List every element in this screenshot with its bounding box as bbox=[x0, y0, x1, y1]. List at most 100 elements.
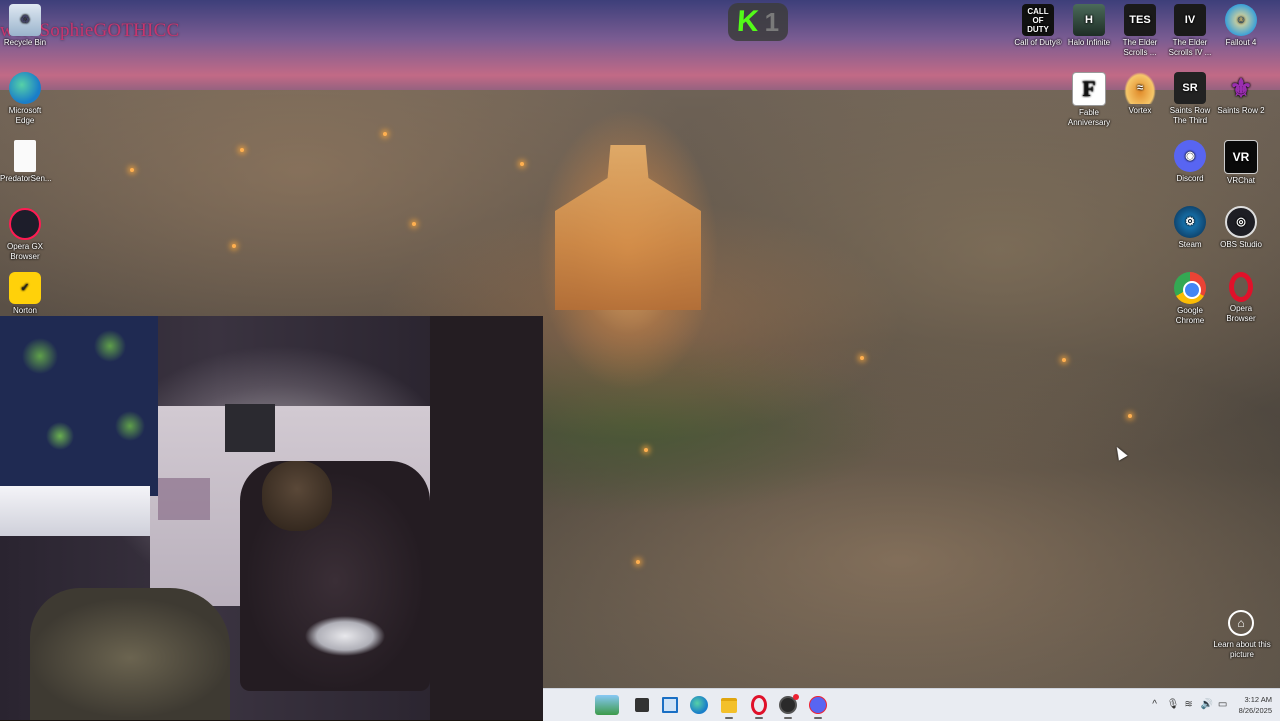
desktop-icon-label: Saints Row 2 bbox=[1217, 106, 1265, 115]
elder-scrolls-icon: TES bbox=[1124, 4, 1156, 36]
viewer-count: 1 bbox=[764, 7, 780, 37]
widgets-button[interactable] bbox=[595, 695, 619, 715]
desktop-icon-label: Fable Anniversary bbox=[1067, 108, 1111, 127]
desktop-icon-label: Norton bbox=[12, 306, 37, 315]
desktop-icon-elder-scrolls[interactable]: TES The Elder Scrolls ... bbox=[1115, 4, 1165, 58]
desktop-icon-edge[interactable]: Microsoft Edge bbox=[0, 72, 50, 126]
elder-scrolls-iv-icon: IV bbox=[1174, 4, 1206, 36]
fable-icon: F bbox=[1072, 72, 1106, 106]
webcam-socks bbox=[300, 611, 390, 661]
opera-gx-icon bbox=[9, 208, 41, 240]
obs-icon: ◎ bbox=[1225, 206, 1257, 238]
opera-icon bbox=[751, 695, 767, 715]
webcam-feed bbox=[0, 316, 543, 720]
steam-icon: ⚙ bbox=[1174, 206, 1206, 238]
desktop-icon-label: Vortex bbox=[1128, 106, 1152, 115]
taskbar: ^ 🎙 ≋ 🔊 ▭ 3:12 AM 8/26/2025 bbox=[543, 688, 1280, 721]
chevron-up-icon[interactable]: ^ bbox=[1150, 700, 1160, 710]
desktop-icon-vrchat[interactable]: VR VRChat bbox=[1216, 140, 1266, 186]
taskbar-edge-button[interactable] bbox=[690, 696, 708, 714]
city-light bbox=[644, 448, 648, 452]
desktop-icon-opera-browser[interactable]: Opera Browser bbox=[1216, 272, 1266, 324]
learn-about-picture-label[interactable]: Learn about this picture bbox=[1212, 640, 1272, 660]
desktop-icon-call-of-duty[interactable]: CALL OF DUTY Call of Duty® bbox=[1013, 4, 1063, 48]
desktop-icon-label: Recycle Bin bbox=[3, 38, 47, 47]
desktop-icon-label: Fallout 4 bbox=[1225, 38, 1257, 47]
city-light bbox=[240, 148, 244, 152]
chrome-icon bbox=[1174, 272, 1206, 304]
running-indicator bbox=[784, 717, 792, 719]
desktop-icon-label: Microsoft Edge bbox=[8, 106, 42, 125]
saints-row-icon: SR bbox=[1174, 72, 1206, 104]
call-of-duty-icon: CALL OF DUTY bbox=[1022, 4, 1054, 36]
recycle-bin-icon: ♻ bbox=[9, 4, 41, 36]
webcam-window bbox=[0, 486, 150, 536]
desktop-icon-label: The Elder Scrolls ... bbox=[1122, 38, 1158, 57]
kick-badge: K 1 bbox=[728, 3, 788, 41]
city-light bbox=[1128, 414, 1132, 418]
desktop-icon-label: Opera Browser bbox=[1226, 304, 1256, 323]
microphone-icon[interactable]: 🎙 bbox=[1167, 700, 1180, 710]
app-window-icon bbox=[662, 697, 678, 713]
desktop-icon-norton[interactable]: ✓ Norton bbox=[0, 272, 50, 316]
battery-icon[interactable]: ▭ bbox=[1218, 700, 1228, 710]
desktop-icon-obs-studio[interactable]: ◎ OBS Studio bbox=[1216, 206, 1266, 250]
desktop-icon-label: Google Chrome bbox=[1175, 306, 1205, 325]
desktop-icon-google-chrome[interactable]: Google Chrome bbox=[1165, 272, 1215, 326]
taskbar-obs-button[interactable] bbox=[778, 694, 799, 719]
webcam-poster bbox=[225, 404, 275, 452]
desktop-icon-recycle-bin[interactable]: ♻ Recycle Bin bbox=[0, 4, 50, 48]
fallout-icon: ☺ bbox=[1225, 4, 1257, 36]
desktop-icon-predatorsense[interactable]: PredatorSen... bbox=[0, 140, 52, 184]
edge-icon bbox=[9, 72, 41, 104]
learn-about-picture-icon[interactable]: ⌂ bbox=[1228, 610, 1254, 636]
system-tray: ^ 🎙 ≋ 🔊 ▭ 3:12 AM 8/26/2025 bbox=[1150, 689, 1280, 721]
desktop-icon-label: Halo Infinite bbox=[1067, 38, 1111, 47]
discord-icon: ◉ bbox=[1174, 140, 1206, 172]
folder-icon bbox=[721, 697, 737, 713]
opera-icon bbox=[1229, 272, 1253, 302]
desktop-icon-saints-row-third[interactable]: SR Saints Row The Third bbox=[1165, 72, 1215, 126]
norton-icon: ✓ bbox=[9, 272, 41, 304]
clock-time: 3:12 AM bbox=[1244, 695, 1272, 704]
taskbar-opera-button[interactable] bbox=[749, 695, 769, 719]
clock[interactable]: 3:12 AM 8/26/2025 bbox=[1239, 694, 1272, 716]
desktop-icon-vortex[interactable]: ≈ Vortex bbox=[1115, 72, 1165, 116]
desktop-icon-label: Call of Duty® bbox=[1014, 38, 1062, 47]
taskbar-app-button[interactable] bbox=[660, 695, 680, 715]
fleur-de-lis-icon: ⚜ bbox=[1229, 73, 1253, 103]
task-view-icon bbox=[635, 698, 649, 712]
desktop-icon-label: PredatorSen... bbox=[0, 174, 52, 183]
vortex-icon: ≈ bbox=[1124, 72, 1156, 104]
city-light bbox=[383, 132, 387, 136]
webcam-photo bbox=[158, 478, 210, 520]
desktop-icon-label: OBS Studio bbox=[1220, 240, 1262, 249]
halo-icon: H bbox=[1073, 4, 1105, 36]
taskbar-file-explorer-button[interactable] bbox=[719, 695, 739, 719]
desktop-icon-label: Opera GX Browser bbox=[6, 242, 43, 261]
desktop-icon-elder-scrolls-iv[interactable]: IV The Elder Scrolls IV ... bbox=[1165, 4, 1215, 58]
desktop-icon-label: Steam bbox=[1178, 240, 1202, 249]
desktop-icon-discord[interactable]: ◉ Discord bbox=[1165, 140, 1215, 184]
city-light bbox=[520, 162, 524, 166]
vrchat-icon: VR bbox=[1224, 140, 1258, 174]
city-light bbox=[636, 560, 640, 564]
city-light bbox=[232, 244, 236, 248]
discord-icon bbox=[809, 696, 827, 714]
webcam-blanket bbox=[30, 588, 230, 720]
task-view-button[interactable] bbox=[632, 695, 652, 715]
desktop-icon-steam[interactable]: ⚙ Steam bbox=[1165, 206, 1215, 250]
webcam-dog bbox=[262, 461, 332, 531]
volume-icon[interactable]: 🔊 bbox=[1201, 700, 1213, 710]
desktop-icon-fable-anniversary[interactable]: F Fable Anniversary bbox=[1064, 72, 1114, 128]
running-indicator bbox=[755, 717, 763, 719]
desktop-icon-halo-infinite[interactable]: H Halo Infinite bbox=[1064, 4, 1114, 48]
desktop-icon-saints-row-2[interactable]: ⚜ Saints Row 2 bbox=[1216, 72, 1266, 116]
taskbar-discord-button[interactable] bbox=[808, 695, 828, 719]
desktop-icon-fallout-4[interactable]: ☺ Fallout 4 bbox=[1216, 4, 1266, 48]
city-light bbox=[1062, 358, 1066, 362]
wifi-icon[interactable]: ≋ bbox=[1184, 700, 1194, 710]
desktop-icon-opera-gx[interactable]: Opera GX Browser bbox=[0, 208, 50, 262]
city-light bbox=[412, 222, 416, 226]
kick-logo-icon: K bbox=[735, 5, 760, 38]
